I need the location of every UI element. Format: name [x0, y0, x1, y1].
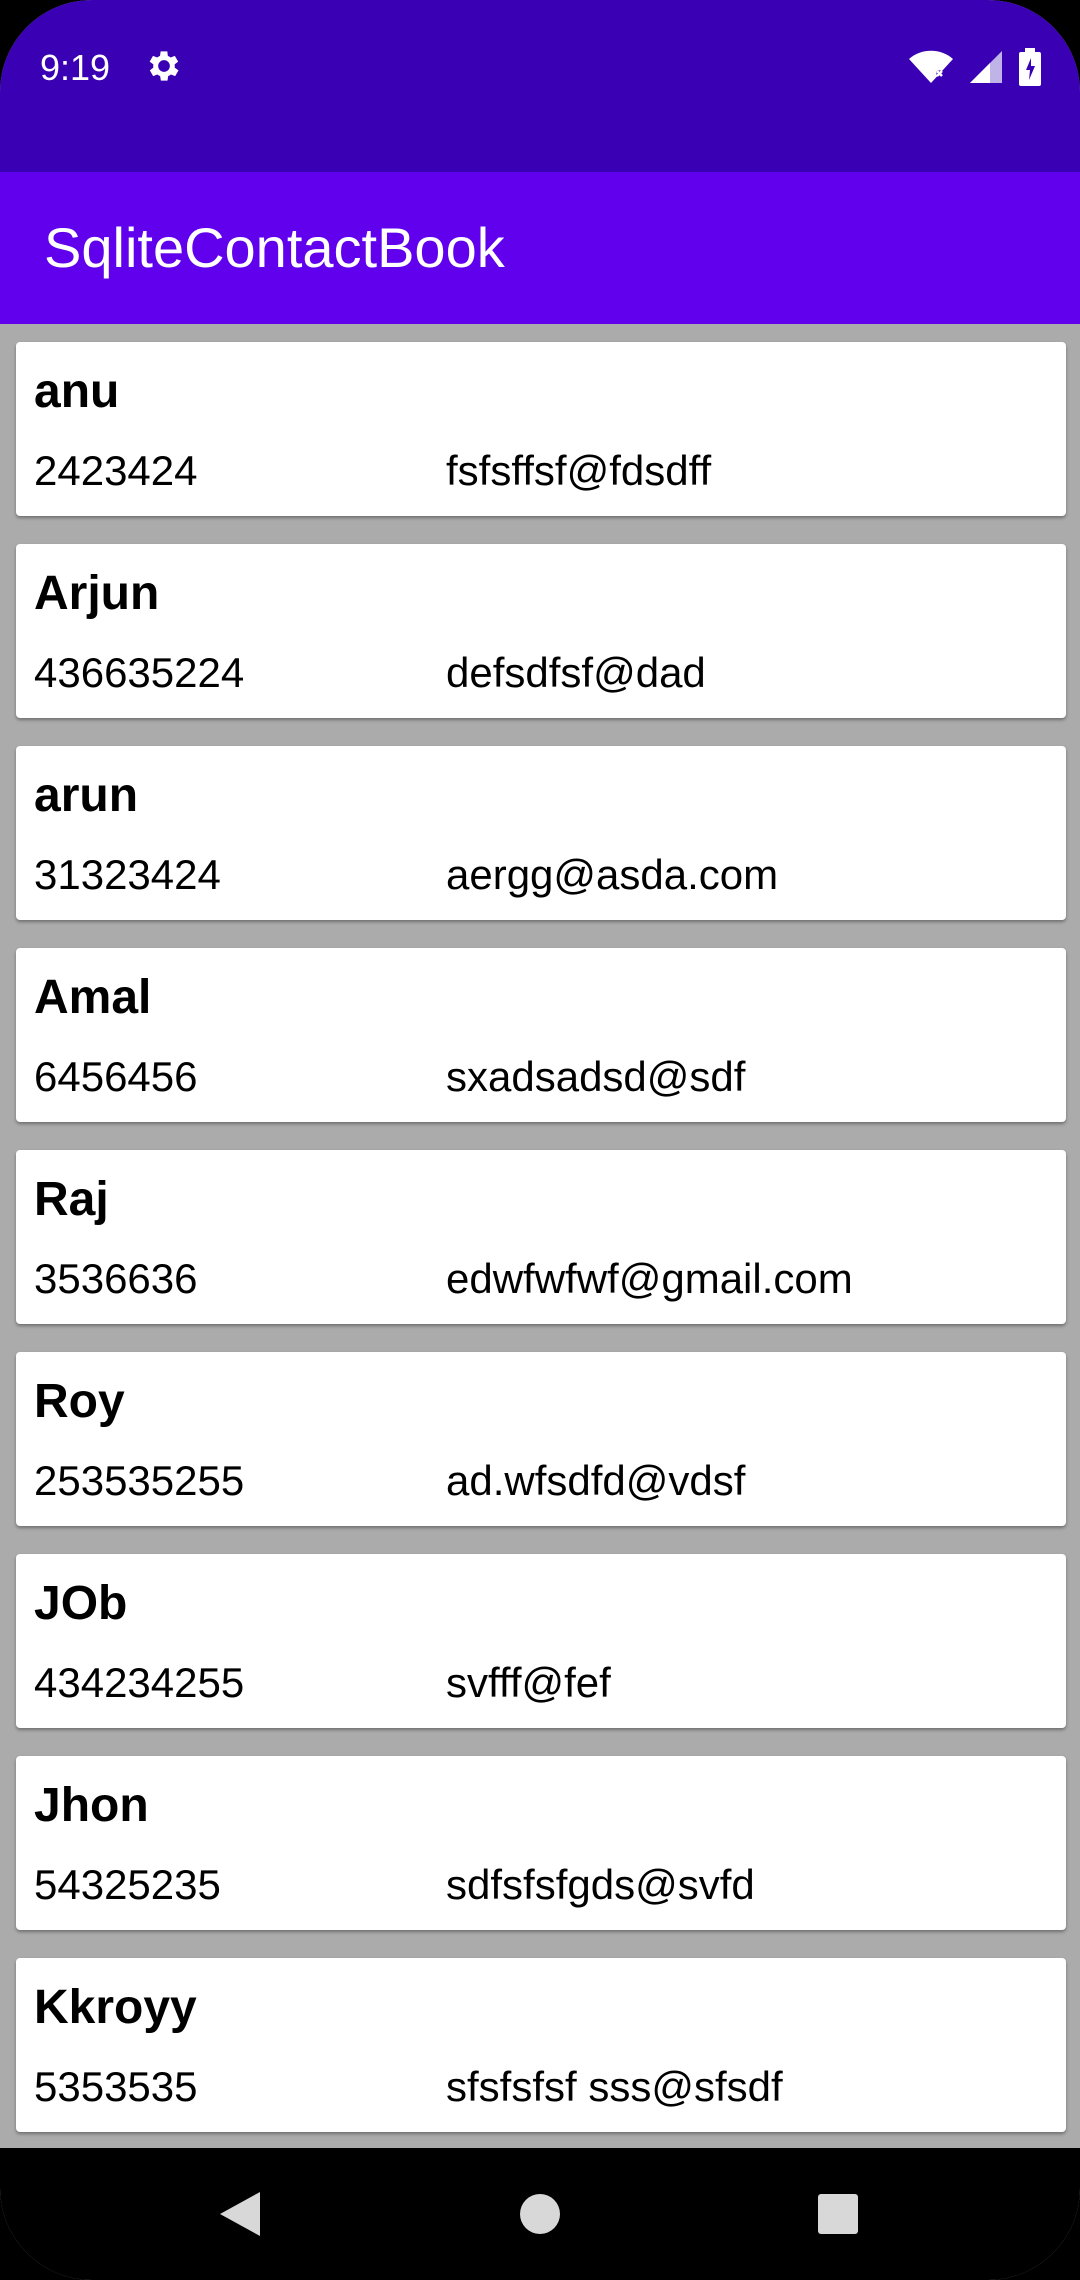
back-icon[interactable]: [200, 2174, 280, 2254]
contact-name: anu: [34, 365, 120, 418]
contact-phone: 253535255: [34, 1457, 245, 1504]
contact-phone: 2423424: [34, 447, 198, 494]
app-bar: SqliteContactBook: [0, 172, 1080, 324]
contact-phone: 3536636: [34, 1255, 198, 1302]
contact-phone: 436635224: [34, 649, 245, 696]
contact-email: ad.wfsdfd@vdsf: [446, 1457, 746, 1504]
contact-card[interactable]: Arjun 436635224 defsdfsf@dad: [16, 544, 1066, 718]
app-title: SqliteContactBook: [44, 216, 505, 279]
recents-icon[interactable]: [798, 2174, 878, 2254]
contact-phone: 5353535: [34, 2063, 198, 2110]
contact-name: Kkroyy: [34, 1981, 197, 2034]
gear-icon: [144, 46, 184, 86]
contact-card[interactable]: JOb 434234255 svfff@fef: [16, 1554, 1066, 1728]
contact-card[interactable]: Amal 6456456 sxadsadsd@sdf: [16, 948, 1066, 1122]
contact-name: Arjun: [34, 567, 160, 620]
contact-email: fsfsffsf@fdsdff: [446, 447, 712, 494]
contact-name: JOb: [34, 1577, 128, 1630]
contact-card[interactable]: Kkroyy 5353535 sfsfsfsf sss@sfsdf: [16, 1958, 1066, 2132]
contact-name: Jhon: [34, 1779, 149, 1832]
status-bar: 9:19: [0, 0, 1080, 172]
home-icon[interactable]: [500, 2174, 580, 2254]
contact-name: Raj: [34, 1173, 109, 1226]
contact-card[interactable]: Jhon 54325235 sdfsfsfgds@svfd: [16, 1756, 1066, 1930]
battery-icon: [1018, 48, 1042, 91]
contact-email: svfff@fef: [446, 1659, 611, 1706]
contact-phone: 54325235: [34, 1861, 221, 1908]
contact-card[interactable]: arun 31323424 aergg@asda.com: [16, 746, 1066, 920]
contact-email: sdfsfsfgds@svfd: [446, 1861, 755, 1908]
contact-name: Roy: [34, 1375, 125, 1428]
contact-card[interactable]: Raj 3536636 edwfwfwf@gmail.com: [16, 1150, 1066, 1324]
contact-email: defsdfsf@dad: [446, 649, 706, 696]
contact-phone: 31323424: [34, 851, 221, 898]
status-icons: [908, 48, 1042, 91]
contact-phone: 434234255: [34, 1659, 245, 1706]
contact-card[interactable]: Roy 253535255 ad.wfsdfd@vdsf: [16, 1352, 1066, 1526]
contact-email: sxadsadsd@sdf: [446, 1053, 746, 1100]
signal-icon: [968, 49, 1004, 90]
navigation-bar: [0, 2148, 1080, 2280]
contact-email: edwfwfwf@gmail.com: [446, 1255, 853, 1302]
screen: 9:19 SqliteContactBook anu 2423424 fsfsf…: [0, 0, 1080, 2280]
status-time: 9:19: [40, 47, 111, 88]
contact-email: aergg@asda.com: [446, 851, 779, 898]
contact-name: Amal: [34, 971, 152, 1024]
contact-card[interactable]: anu 2423424 fsfsffsf@fdsdff: [16, 342, 1066, 516]
contact-name: arun: [34, 769, 139, 822]
wifi-icon: [908, 49, 954, 90]
contact-phone: 6456456: [34, 1053, 198, 1100]
contact-email: sfsfsfsf sss@sfsdf: [446, 2063, 783, 2110]
contact-list[interactable]: anu 2423424 fsfsffsf@fdsdff Arjun 436635…: [0, 324, 1080, 2150]
